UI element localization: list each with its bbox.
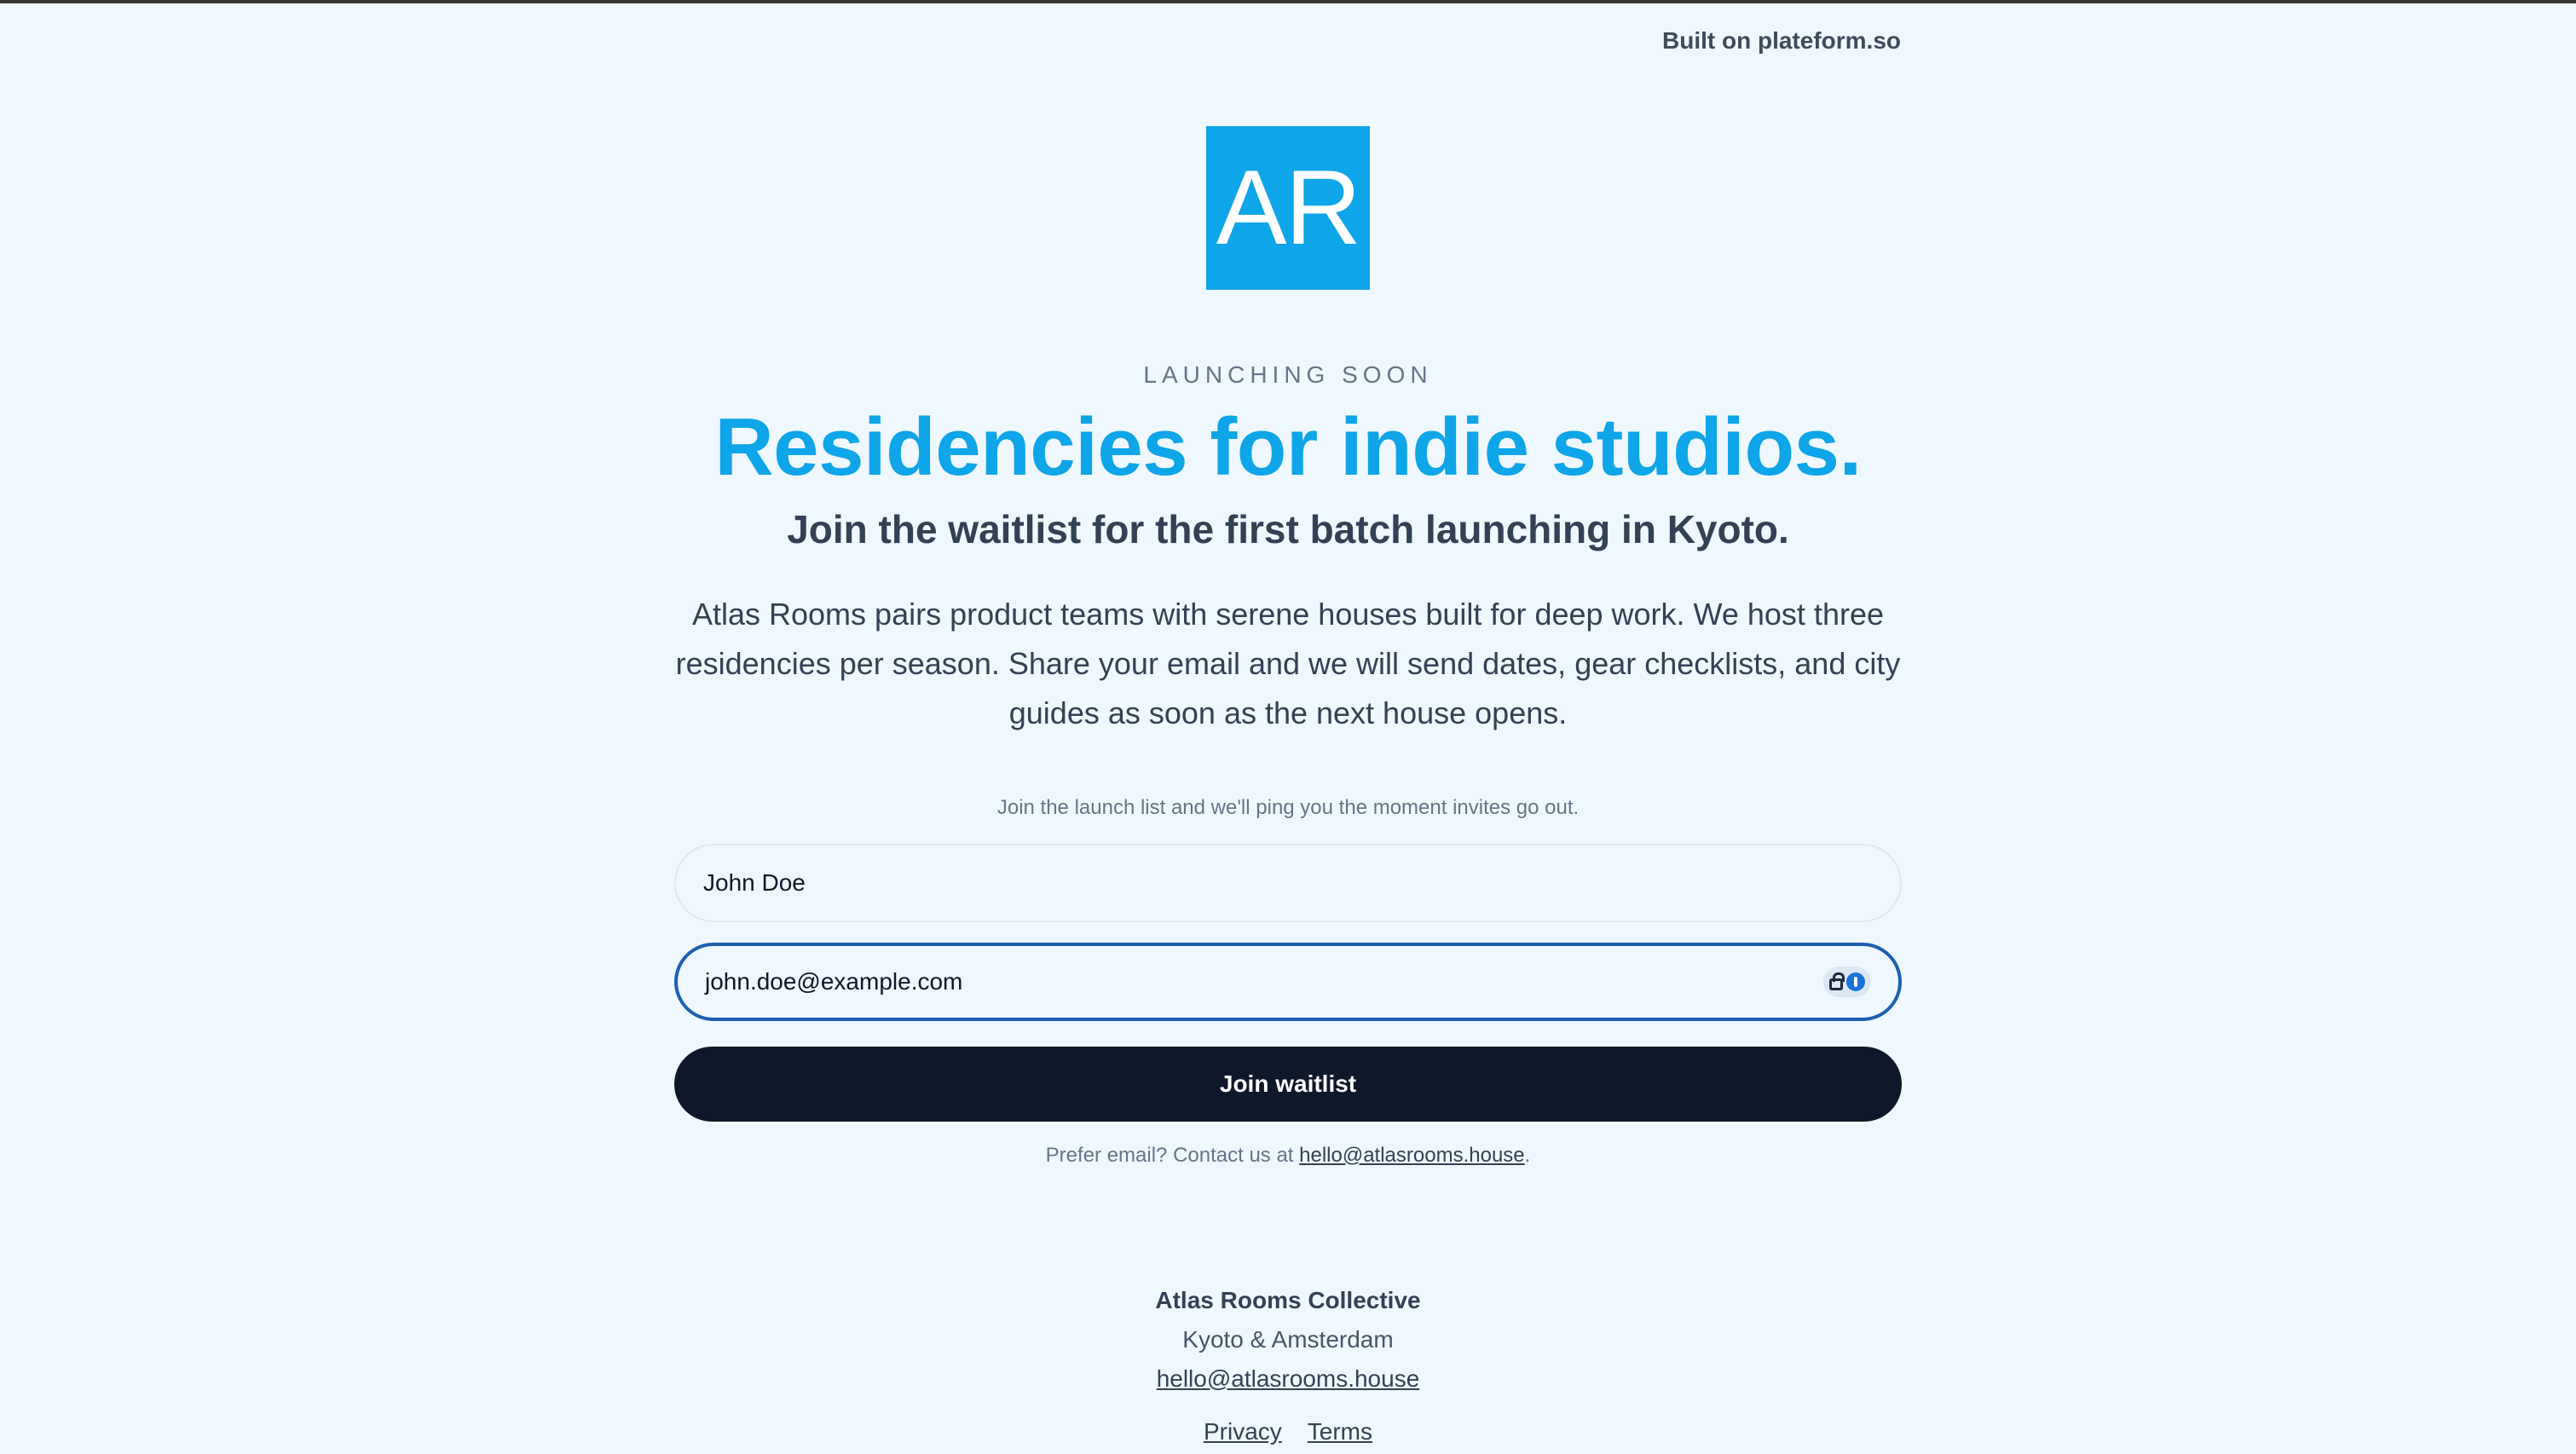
brand-logo: AR: [1206, 126, 1370, 290]
eyebrow-label: LAUNCHING SOON: [1143, 361, 1433, 388]
contact-line: Prefer email? Contact us at hello@atlasr…: [1046, 1144, 1531, 1168]
main-content: AR LAUNCHING SOON Residencies for indie …: [0, 0, 2576, 1445]
page-title: Residencies for indie studios.: [714, 401, 1862, 493]
footer-email-link[interactable]: hello@atlasrooms.house: [1157, 1365, 1420, 1393]
join-waitlist-button[interactable]: Join waitlist: [674, 1046, 1902, 1122]
contact-prefix: Prefer email? Contact us at: [1045, 1143, 1300, 1167]
form-note: Join the launch list and we'll ping you …: [996, 795, 1580, 819]
email-field[interactable]: john.doe@example.com: [674, 942, 1902, 1021]
name-field-value: John Doe: [703, 868, 806, 896]
lock-icon: [1829, 972, 1845, 990]
description-text: Atlas Rooms pairs product teams with ser…: [675, 596, 1901, 730]
waitlist-form: John Doe john.doe@example.com Join waitl…: [674, 843, 1902, 1122]
terms-link[interactable]: Terms: [1308, 1418, 1372, 1445]
privacy-link[interactable]: Privacy: [1204, 1418, 1282, 1445]
footer-links: Privacy Terms: [1204, 1418, 1372, 1445]
footer: Atlas Rooms Collective Kyoto & Amsterdam…: [1155, 1287, 1420, 1445]
password-manager-icon[interactable]: [1823, 966, 1871, 997]
footer-location: Kyoto & Amsterdam: [1182, 1325, 1394, 1353]
logo-text: AR: [1216, 149, 1361, 267]
footer-company-name: Atlas Rooms Collective: [1155, 1286, 1421, 1313]
key-icon: [1846, 972, 1865, 991]
page-subtitle: Join the waitlist for the first batch la…: [787, 506, 1789, 551]
email-field-value: john.doe@example.com: [705, 967, 963, 995]
name-field[interactable]: John Doe: [674, 843, 1902, 922]
contact-suffix: .: [1524, 1143, 1531, 1167]
contact-email-link[interactable]: hello@atlasrooms.house: [1299, 1144, 1525, 1167]
